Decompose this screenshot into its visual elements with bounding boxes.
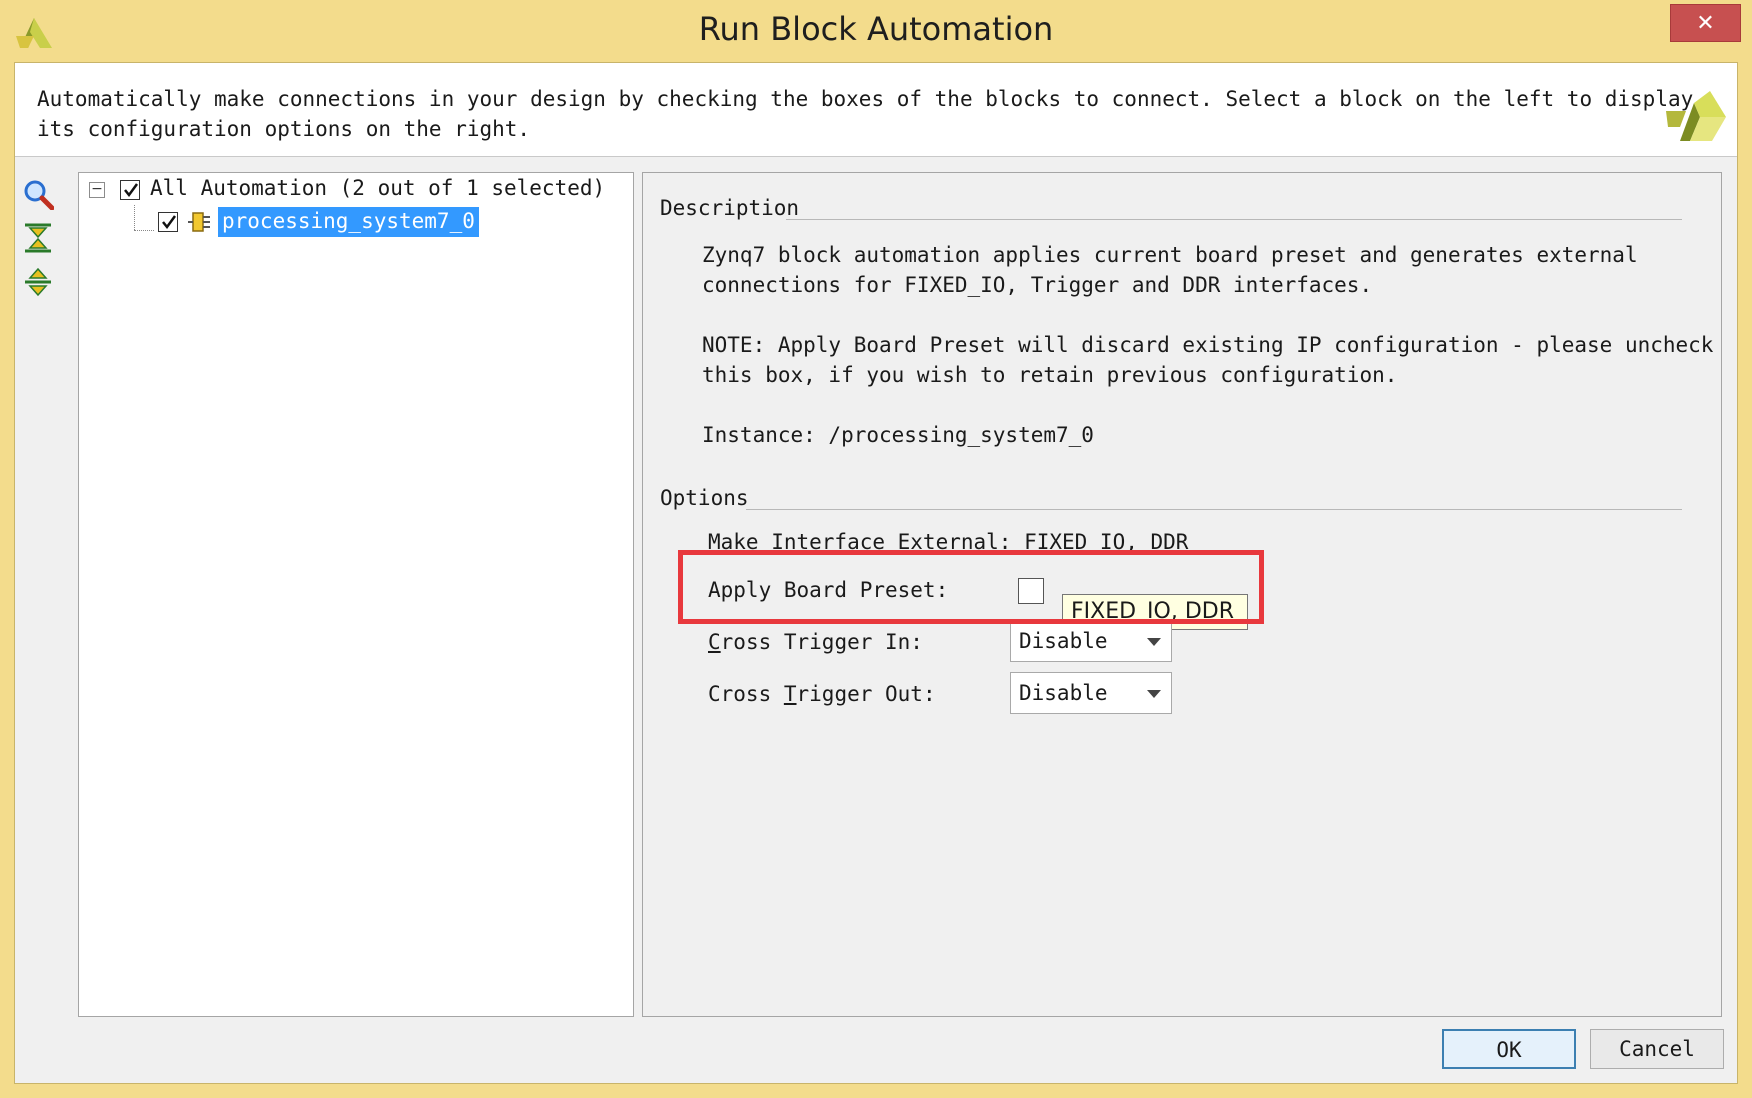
processing-system-checkbox[interactable]	[158, 212, 178, 232]
close-button[interactable]: ✕	[1670, 4, 1741, 42]
vivado-banner-logo-icon	[1666, 91, 1726, 141]
options-divider	[746, 509, 1682, 510]
description-text-line1: Zynq7 block automation applies current b…	[702, 243, 1638, 267]
instance-path: Instance: /processing_system7_0	[702, 423, 1094, 447]
dropdown-arrow-icon	[1147, 638, 1161, 646]
tree-root-label[interactable]: All Automation (2 out of 1 selected)	[150, 176, 605, 200]
options-header: Options	[660, 486, 749, 510]
cross-trigger-in-select[interactable]: Disable	[1010, 620, 1172, 662]
expand-all-icon[interactable]	[22, 266, 54, 298]
note-text-line1: NOTE: Apply Board Preset will discard ex…	[702, 333, 1714, 357]
banner-text-line2: its configuration options on the right.	[37, 117, 531, 141]
collapse-all-icon[interactable]	[22, 222, 54, 254]
dropdown-arrow-icon	[1147, 690, 1161, 698]
collapse-node-icon[interactable]: −	[89, 182, 105, 198]
banner-text-line1: Automatically make connections in your d…	[37, 87, 1694, 111]
automation-tree[interactable]	[78, 172, 634, 1017]
tree-item-processing-system[interactable]: processing_system7_0	[218, 207, 479, 237]
note-text-line2: this box, if you wish to retain previous…	[702, 363, 1398, 387]
description-text-line2: connections for FIXED_IO, Trigger and DD…	[702, 273, 1373, 297]
tree-connector-line	[134, 205, 135, 230]
search-icon[interactable]	[22, 178, 54, 210]
cross-trigger-in-label-text: ross Trigger In:	[720, 630, 923, 654]
info-banner: Automatically make connections in your d…	[15, 63, 1737, 157]
checkmark-icon	[162, 215, 177, 230]
cross-trigger-out-select[interactable]: Disable	[1010, 672, 1172, 714]
cross-trigger-out-value: Disable	[1019, 681, 1108, 705]
ok-button[interactable]: OK	[1442, 1029, 1576, 1069]
cancel-button[interactable]: Cancel	[1590, 1029, 1724, 1069]
tree-connector-line	[134, 230, 154, 231]
description-divider	[786, 219, 1682, 220]
description-header: Description	[660, 196, 800, 220]
window-title: Run Block Automation	[698, 10, 1054, 48]
checkmark-icon	[124, 183, 139, 198]
annotation-highlight-box	[678, 550, 1264, 624]
cross-trigger-out-label: Cross Trigger Out:	[708, 682, 936, 706]
cross-trigger-in-label: Cross Trigger In:	[708, 630, 923, 654]
ip-block-icon	[188, 212, 210, 232]
all-automation-checkbox[interactable]	[120, 180, 140, 200]
cross-trigger-in-value: Disable	[1019, 629, 1108, 653]
cross-trigger-out-label-text: Cross Trigger Out:	[708, 682, 936, 706]
